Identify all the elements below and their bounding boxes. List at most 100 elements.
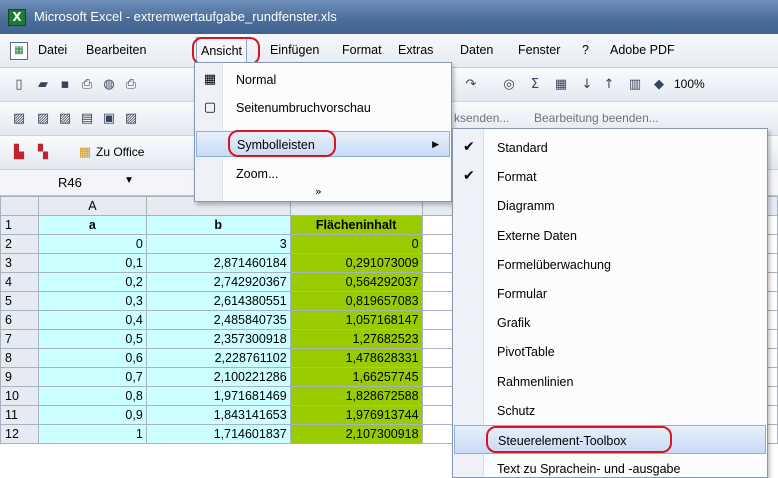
- cell-b[interactable]: 1,714601837: [145, 424, 291, 444]
- row-header[interactable]: 4: [0, 272, 39, 292]
- cell-b[interactable]: 2,100221286: [145, 367, 291, 387]
- cell-a[interactable]: 1: [37, 424, 147, 444]
- review-icon-5[interactable]: ▣: [100, 110, 118, 128]
- header-cell-area[interactable]: Flächeninhalt: [289, 215, 423, 235]
- review-icon-2[interactable]: ▨: [34, 110, 52, 128]
- cell-area[interactable]: 1,66257745: [289, 367, 423, 387]
- cell-area[interactable]: 1,828672588: [289, 386, 423, 406]
- cell-area[interactable]: 1,057168147: [289, 310, 423, 330]
- submenu-item-grafik[interactable]: Grafik: [454, 308, 766, 337]
- save-icon[interactable]: ▪: [56, 76, 74, 94]
- cell-a[interactable]: 0,6: [37, 348, 147, 368]
- review-icon-3[interactable]: ▨: [56, 110, 74, 128]
- header-cell-b[interactable]: b: [145, 215, 291, 235]
- open-folder-icon[interactable]: ▰: [34, 76, 52, 94]
- cell-a[interactable]: 0: [37, 234, 147, 254]
- menu-item-page-break-preview[interactable]: ▢ Seitenumbruchvorschau: [196, 95, 450, 121]
- submenu-item-format[interactable]: ✔ Format: [454, 162, 766, 191]
- row-header[interactable]: 11: [0, 405, 39, 425]
- cell-a[interactable]: 0,5: [37, 329, 147, 349]
- chevron-down-icon[interactable]: ▼: [124, 175, 134, 186]
- submenu-item-externe-daten[interactable]: Externe Daten: [454, 221, 766, 250]
- menu-item-zoom[interactable]: Zoom...: [196, 161, 450, 187]
- cell-a[interactable]: 0,9: [37, 405, 147, 425]
- review-icon-1[interactable]: ▨: [10, 110, 28, 128]
- row-header[interactable]: 2: [0, 234, 39, 254]
- submenu-item-schutz[interactable]: Schutz: [454, 396, 766, 425]
- print-preview-icon[interactable]: ⎙: [122, 76, 140, 94]
- cell-b[interactable]: 2,357300918: [145, 329, 291, 349]
- menu-datei[interactable]: Datei: [38, 43, 67, 57]
- header-cell-a[interactable]: a: [37, 215, 147, 235]
- cell-area[interactable]: 0,819657083: [289, 291, 423, 311]
- cell-a[interactable]: 0,8: [37, 386, 147, 406]
- cell-area[interactable]: 1,27682523: [289, 329, 423, 349]
- review-icon-4[interactable]: ▤: [78, 110, 96, 128]
- corner-cell[interactable]: [0, 196, 39, 216]
- cell-area[interactable]: 0: [289, 234, 423, 254]
- row-header[interactable]: 5: [0, 291, 39, 311]
- redo-icon[interactable]: ↷: [462, 76, 480, 94]
- row-header[interactable]: 12: [0, 424, 39, 444]
- cell-area[interactable]: 0,291073009: [289, 253, 423, 273]
- cell-b[interactable]: 2,871460184: [145, 253, 291, 273]
- submenu-item-formel-berwachung[interactable]: Formelüberwachung: [454, 250, 766, 279]
- office-icon[interactable]: ▦: [76, 144, 94, 162]
- zoom-value[interactable]: 100%: [674, 77, 705, 91]
- menu-fenster[interactable]: Fenster: [518, 43, 560, 57]
- menu-adobe-pdf[interactable]: Adobe PDF: [610, 43, 675, 57]
- cell-b[interactable]: 1,843141653: [145, 405, 291, 425]
- cell-b[interactable]: 3: [145, 234, 291, 254]
- name-box[interactable]: R46 ▼: [40, 172, 140, 193]
- sort-asc-icon[interactable]: ↓: [578, 76, 596, 94]
- cell-b[interactable]: 2,614380551: [145, 291, 291, 311]
- cell-a[interactable]: 0,7: [37, 367, 147, 387]
- menu-item-normal[interactable]: ▦ Normal: [196, 67, 450, 93]
- to-office-button[interactable]: Zu Office: [96, 145, 144, 159]
- submenu-item-formular[interactable]: Formular: [454, 279, 766, 308]
- menu-item-toolbars[interactable]: Symbolleisten ▶: [196, 131, 450, 157]
- menu-ansicht[interactable]: Ansicht: [196, 37, 247, 65]
- menu-help[interactable]: ?: [582, 43, 589, 57]
- cell-a[interactable]: 0,4: [37, 310, 147, 330]
- row-header[interactable]: 10: [0, 386, 39, 406]
- cell-area[interactable]: 1,478628331: [289, 348, 423, 368]
- submenu-item-diagramm[interactable]: Diagramm: [454, 191, 766, 220]
- row-header[interactable]: 3: [0, 253, 39, 273]
- row-header[interactable]: 9: [0, 367, 39, 387]
- submenu-item-pivottable[interactable]: PivotTable: [454, 337, 766, 366]
- cell-a[interactable]: 0,2: [37, 272, 147, 292]
- column-header-a[interactable]: A: [37, 196, 147, 216]
- end-review-text[interactable]: Bearbeitung beenden...: [534, 111, 659, 125]
- submenu-item-text-zu-sprachein-und-ausgabe[interactable]: Text zu Sprachein- und -ausgabe: [454, 454, 766, 478]
- cell-b[interactable]: 1,971681469: [145, 386, 291, 406]
- drawing-icon[interactable]: ◆: [650, 76, 668, 94]
- menu-format[interactable]: Format: [342, 43, 382, 57]
- submenu-item-rahmenlinien[interactable]: Rahmenlinien: [454, 367, 766, 396]
- row-header[interactable]: 7: [0, 329, 39, 349]
- cell-area[interactable]: 2,107300918: [289, 424, 423, 444]
- pdf-dropdown-icon[interactable]: ▚: [34, 144, 52, 162]
- cell-a[interactable]: 0,3: [37, 291, 147, 311]
- cell-b[interactable]: 2,485840735: [145, 310, 291, 330]
- cell-area[interactable]: 0,564292037: [289, 272, 423, 292]
- row-header[interactable]: 6: [0, 310, 39, 330]
- cell-b[interactable]: 2,742920367: [145, 272, 291, 292]
- menu-daten[interactable]: Daten: [460, 43, 493, 57]
- pdf-icon[interactable]: ▙: [10, 144, 28, 162]
- autosum-icon[interactable]: Σ: [526, 76, 544, 94]
- menu-bearbeiten[interactable]: Bearbeiten: [86, 43, 146, 57]
- menu-einfuegen[interactable]: Einfügen: [270, 43, 319, 57]
- submenu-item-standard[interactable]: ✔ Standard: [454, 133, 766, 162]
- print-icon[interactable]: ⎙: [78, 76, 96, 94]
- row-header[interactable]: 1: [0, 215, 39, 235]
- cell-a[interactable]: 0,1: [37, 253, 147, 273]
- new-document-icon[interactable]: ▯: [10, 76, 28, 94]
- review-icon-6[interactable]: ▨: [122, 110, 140, 128]
- function-icon[interactable]: ▦: [552, 76, 570, 94]
- sort-desc-icon[interactable]: ↑: [600, 76, 618, 94]
- expand-menu-icon[interactable]: »: [315, 185, 322, 198]
- preview-icon[interactable]: ◍: [100, 76, 118, 94]
- workbook-icon[interactable]: ▦: [10, 42, 28, 60]
- cell-b[interactable]: 2,228761102: [145, 348, 291, 368]
